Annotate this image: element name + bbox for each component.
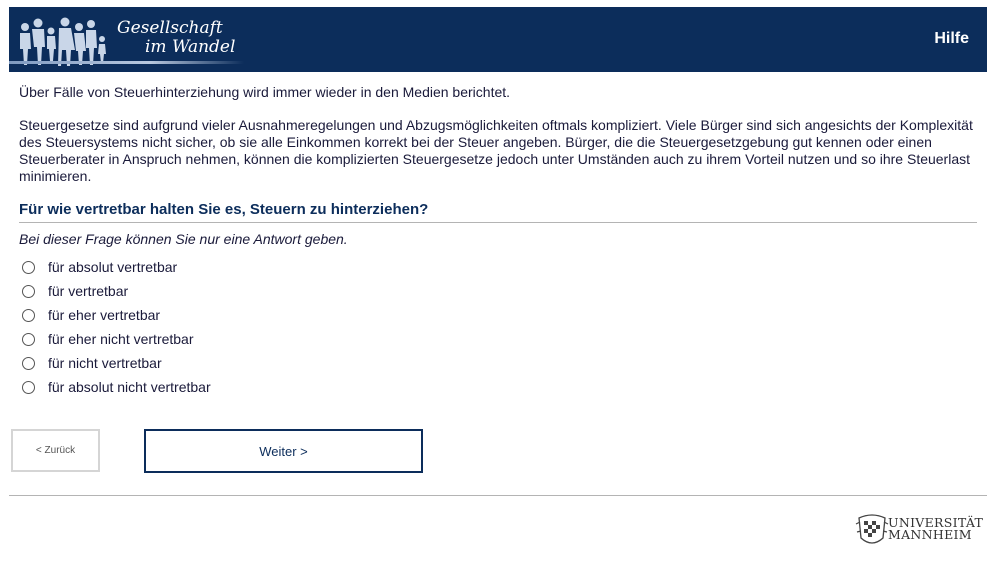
university-logo: UNIVERSITÄT MANNHEIM	[855, 512, 989, 548]
university-seal-icon	[855, 514, 889, 544]
question-hint: Bei dieser Frage können Sie nur eine Ant…	[19, 231, 348, 247]
answer-option[interactable]: für vertretbar	[22, 283, 211, 307]
intro-paragraph-2: Steuergesetze sind aufgrund vieler Ausna…	[19, 117, 973, 184]
back-button[interactable]: < Zurück	[11, 429, 100, 472]
answer-options: für absolut vertretbar für vertretbar fü…	[22, 259, 211, 403]
brand-title: Gesellschaft im Wandel	[117, 19, 235, 57]
survey-header: Gesellschaft im Wandel Hilfe	[9, 7, 987, 72]
brand-line-2: im Wandel	[145, 37, 236, 57]
footer-divider	[9, 495, 987, 496]
answer-option-label: für nicht vertretbar	[48, 355, 162, 371]
radio-button[interactable]	[22, 285, 35, 298]
next-button[interactable]: Weiter >	[144, 429, 423, 473]
university-line-2: MANNHEIM	[888, 527, 972, 542]
brand-line-1: Gesellschaft	[117, 18, 223, 38]
answer-option-label: für eher nicht vertretbar	[48, 331, 194, 347]
answer-option-label: für absolut nicht vertretbar	[48, 379, 211, 395]
radio-button[interactable]	[22, 261, 35, 274]
university-name: UNIVERSITÄT MANNHEIM	[888, 516, 983, 542]
radio-button[interactable]	[22, 357, 35, 370]
radio-button[interactable]	[22, 333, 35, 346]
answer-option-label: für eher vertretbar	[48, 307, 161, 323]
answer-option[interactable]: für absolut vertretbar	[22, 259, 211, 283]
brand-underline	[9, 61, 244, 64]
radio-button[interactable]	[22, 309, 35, 322]
answer-option-label: für absolut vertretbar	[48, 259, 178, 275]
radio-button[interactable]	[22, 381, 35, 394]
answer-option[interactable]: für absolut nicht vertretbar	[22, 379, 211, 403]
answer-option-label: für vertretbar	[48, 283, 129, 299]
answer-option[interactable]: für eher vertretbar	[22, 307, 211, 331]
intro-paragraph-1: Über Fälle von Steuerhinterziehung wird …	[19, 84, 511, 100]
help-link[interactable]: Hilfe	[934, 30, 969, 48]
question-divider	[19, 222, 977, 223]
question-title: Für wie vertretbar halten Sie es, Steuer…	[19, 201, 429, 218]
answer-option[interactable]: für eher nicht vertretbar	[22, 331, 211, 355]
answer-option[interactable]: für nicht vertretbar	[22, 355, 211, 379]
